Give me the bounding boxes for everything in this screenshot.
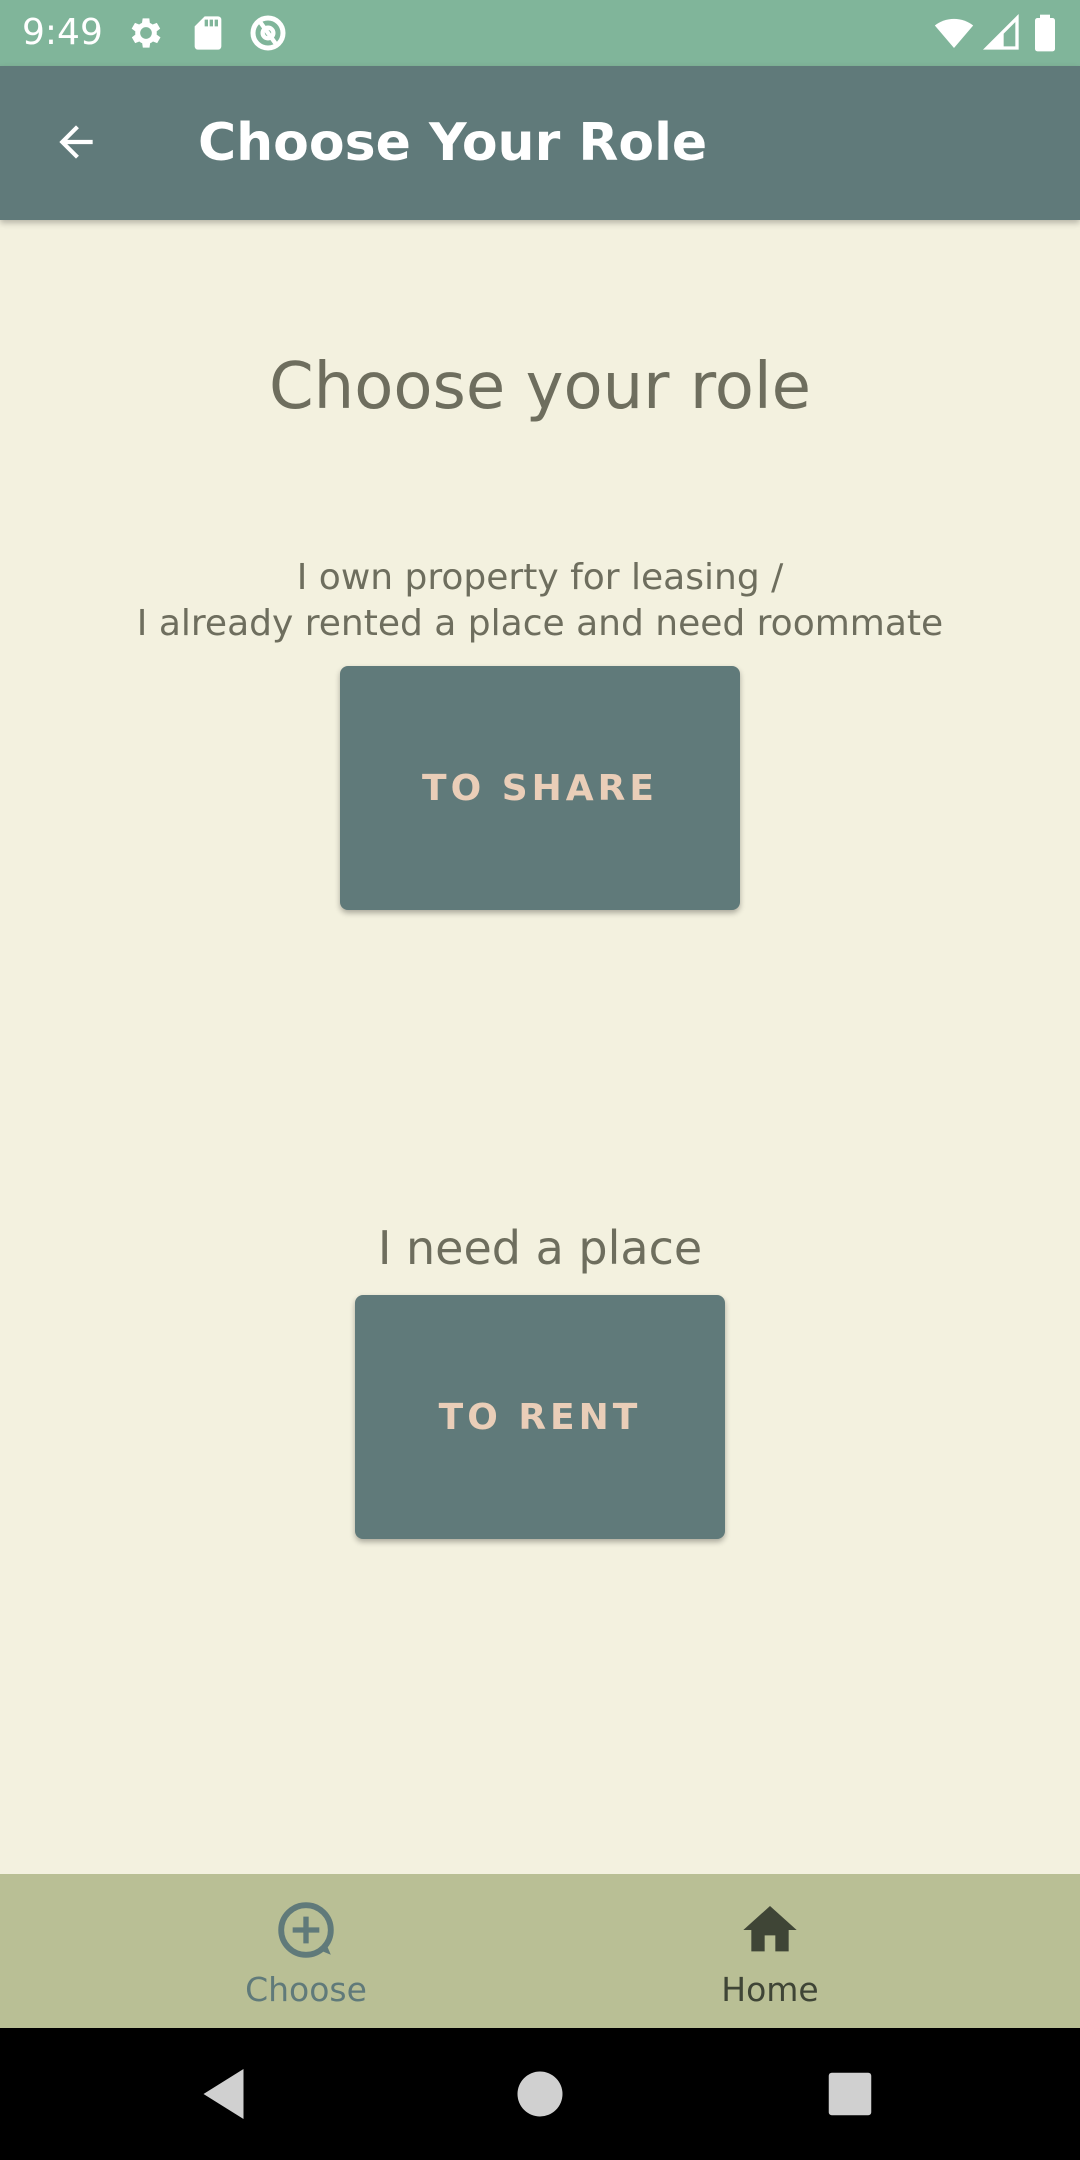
rent-description: I need a place [377, 1221, 703, 1275]
nav-label-home: Home [721, 1970, 819, 2009]
app-bar: Choose Your Role [0, 66, 1080, 220]
system-navigation-bar [0, 2028, 1080, 2160]
share-description-line-1: I own property for leasing / [296, 557, 784, 598]
status-time: 9:49 [22, 12, 103, 53]
nav-item-home[interactable]: Home [500, 1874, 1040, 2028]
cell-signal-icon [982, 13, 1019, 50]
back-button[interactable] [36, 102, 116, 182]
home-icon [743, 1906, 797, 1952]
battery-icon [1035, 14, 1055, 52]
add-circle-icon [278, 1902, 334, 1958]
at-sign-icon [250, 15, 286, 51]
status-bar: 9:49 [0, 0, 1080, 66]
page-title: Choose Your Role [198, 113, 708, 173]
gear-icon [131, 18, 161, 48]
to-rent-button[interactable]: TO RENT [355, 1295, 725, 1539]
nav-item-choose[interactable]: Choose [36, 1874, 576, 2028]
sd-card-icon [194, 16, 222, 50]
nav-label-choose: Choose [245, 1970, 367, 2009]
to-share-button[interactable]: TO SHARE [340, 666, 740, 910]
bottom-navigation: Choose Home [0, 1874, 1080, 2028]
recents-square-icon[interactable] [820, 2064, 880, 2124]
arrow-back-icon [59, 125, 93, 159]
home-circle-icon[interactable] [510, 2064, 570, 2124]
wifi-icon [934, 18, 974, 48]
back-triangle-icon[interactable] [196, 2064, 256, 2124]
share-description: I own property for leasing / I already r… [0, 555, 1080, 647]
share-description-line-2: I already rented a place and need roomma… [136, 603, 944, 644]
role-heading: Choose your role [268, 350, 812, 424]
